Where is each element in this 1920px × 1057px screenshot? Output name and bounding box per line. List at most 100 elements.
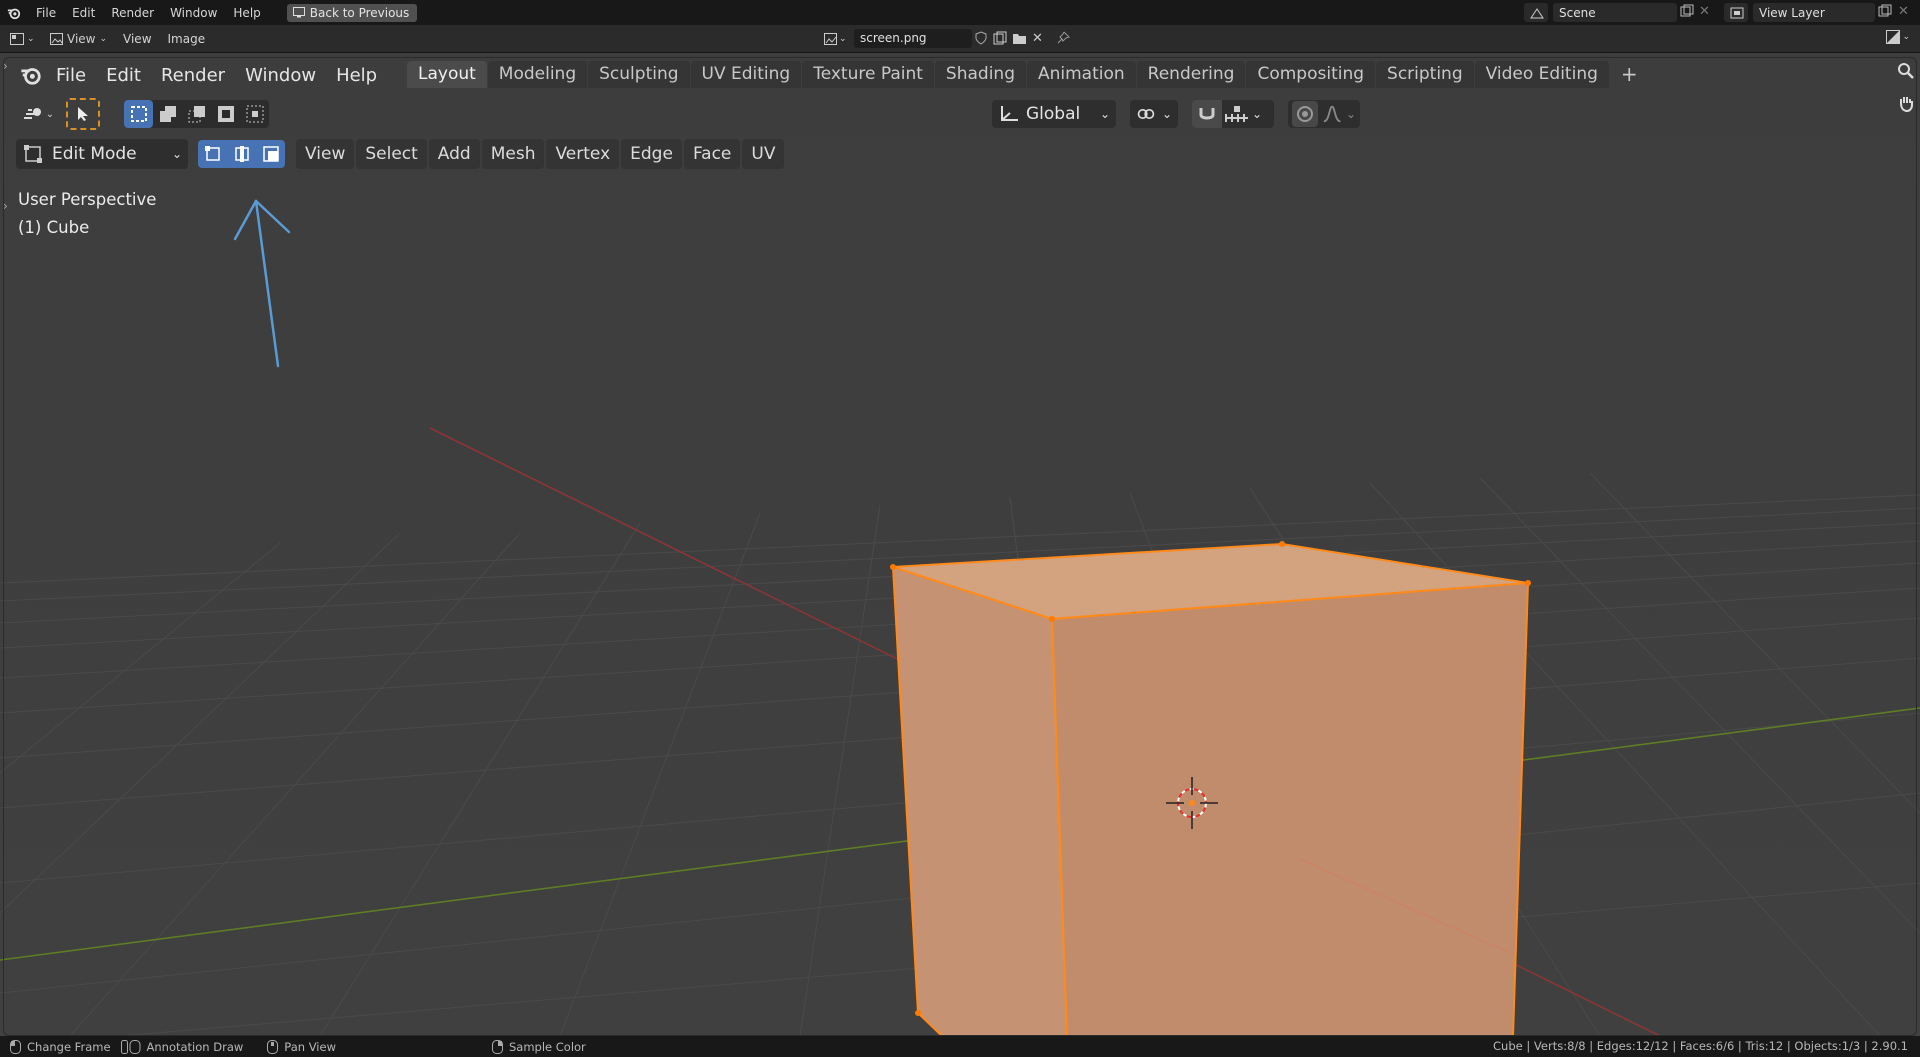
view-layer-selector-icon[interactable] — [1724, 3, 1748, 22]
add-workspace-button[interactable]: + — [1610, 61, 1649, 88]
tab-uv-editing[interactable]: UV Editing — [690, 61, 802, 88]
view-layer-field[interactable]: View Layer — [1753, 3, 1875, 22]
snap-target-dropdown[interactable]: ⌄ — [1224, 104, 1262, 124]
status-change-frame: Change Frame — [10, 1039, 111, 1054]
app-menu-edit[interactable]: Edit — [96, 65, 151, 86]
tab-rendering[interactable]: Rendering — [1136, 61, 1246, 88]
delete-view-layer-icon[interactable]: ✕ — [1898, 4, 1912, 20]
mode-label: Edit Mode — [52, 144, 137, 164]
blender-logo-icon[interactable] — [0, 0, 28, 25]
menu-window[interactable]: Window — [162, 6, 225, 20]
select-extend-icon — [159, 106, 176, 122]
unlink-image-icon[interactable]: ✕ — [1032, 31, 1043, 48]
app-menu-file[interactable]: File — [46, 65, 96, 86]
tab-texture-paint[interactable]: Texture Paint — [802, 61, 934, 88]
transform-orientation-dropdown[interactable]: Global ⌄ — [992, 100, 1116, 128]
mouse-right-icon — [491, 1039, 503, 1054]
pan-hand-icon[interactable] — [1896, 93, 1916, 113]
menu-help[interactable]: Help — [225, 6, 268, 20]
tab-compositing[interactable]: Compositing — [1246, 61, 1376, 88]
fake-user-shield-icon[interactable] — [974, 31, 988, 48]
back-to-previous-button[interactable]: Back to Previous — [286, 3, 418, 22]
open-image-folder-icon[interactable] — [1012, 31, 1027, 48]
3d-viewport-icon — [23, 108, 41, 119]
face-select-button[interactable] — [256, 140, 285, 168]
select-invert-icon — [217, 106, 234, 122]
toolbar-expand-icon[interactable]: › — [3, 199, 8, 213]
tab-video-editing[interactable]: Video Editing — [1474, 61, 1609, 88]
blender-logo-icon[interactable] — [16, 60, 46, 90]
app-menu-help[interactable]: Help — [326, 65, 387, 86]
scene-name-field[interactable]: Scene — [1553, 3, 1677, 22]
editor-type-icon[interactable]: ⌄ — [10, 29, 46, 49]
vertex-select-button[interactable] — [198, 140, 227, 168]
pin-icon[interactable] — [1056, 31, 1070, 48]
tab-scripting[interactable]: Scripting — [1376, 61, 1474, 88]
select-subtract-button[interactable] — [182, 100, 211, 128]
edit-menu-select[interactable]: Select — [356, 139, 427, 169]
scene-selector-icon[interactable] — [1524, 3, 1548, 22]
status-bar: Change Frame Annotation Draw Pan View Sa… — [0, 1036, 1920, 1057]
display-channels-icon[interactable]: ⌄ — [1886, 30, 1910, 44]
menu-edit[interactable]: Edit — [64, 6, 103, 20]
select-new-button[interactable] — [124, 100, 153, 128]
tab-layout[interactable]: Layout — [407, 61, 487, 88]
delete-scene-icon[interactable]: ✕ — [1699, 4, 1713, 20]
pivot-point-dropdown[interactable]: ⌄ — [1130, 100, 1178, 128]
edit-menu-mesh[interactable]: Mesh — [481, 139, 545, 169]
new-image-icon[interactable] — [993, 31, 1007, 48]
proportional-circle-icon — [1296, 106, 1313, 122]
select-tool-button[interactable] — [66, 98, 100, 130]
image-icon — [50, 32, 63, 45]
edit-menu-uv[interactable]: UV — [742, 139, 785, 169]
duplicate-view-layer-icon[interactable] — [1878, 4, 1894, 20]
view-perspective-label: User Perspective — [18, 190, 157, 209]
image-menu-view[interactable]: View — [115, 32, 159, 46]
status-change-frame-label: Change Frame — [27, 1039, 111, 1054]
transform-options: Global ⌄ ⌄ ⌄ ⌄ — [992, 98, 1360, 130]
select-invert-button[interactable] — [211, 100, 240, 128]
header-expand-icon[interactable]: › — [3, 59, 8, 73]
snap-toggle[interactable] — [1192, 100, 1222, 128]
tab-animation[interactable]: Animation — [1026, 61, 1136, 88]
image-viewport[interactable]: › › File Edit Render Window Help Layout … — [0, 53, 1920, 1036]
cube-left-face — [891, 565, 1069, 1036]
select-extend-button[interactable] — [153, 100, 182, 128]
edit-menu-vertex[interactable]: Vertex — [546, 139, 620, 169]
select-intersect-icon — [246, 105, 263, 123]
cube-right-face — [1050, 581, 1530, 1036]
app-menu-render[interactable]: Render — [151, 65, 235, 86]
proportional-editing-group: ⌄ — [1288, 100, 1360, 128]
interaction-mode-dropdown[interactable]: Edit Mode ⌄ — [16, 139, 188, 169]
duplicate-scene-icon[interactable] — [1680, 4, 1696, 20]
mesh-select-mode-group — [198, 140, 285, 168]
menu-file[interactable]: File — [28, 6, 64, 20]
app-menubar: File Edit Render Window Help — [16, 58, 387, 92]
select-intersect-button[interactable] — [240, 100, 269, 128]
pivot-link-icon — [1137, 109, 1155, 119]
vertex-select-icon — [204, 146, 220, 161]
mouse-keys-icon — [120, 1039, 141, 1054]
edit-menu-view[interactable]: View — [296, 139, 355, 169]
edit-menu-face[interactable]: Face — [683, 139, 741, 169]
app-menu-window[interactable]: Window — [235, 65, 326, 86]
menu-render[interactable]: Render — [103, 6, 162, 20]
image-menu-image[interactable]: Image — [160, 32, 214, 46]
edge-select-button[interactable] — [227, 140, 256, 168]
falloff-curve-icon[interactable] — [1322, 104, 1342, 124]
scene-statistics: Cube | Verts:8/8 | Edges:12/12 | Faces:6… — [1493, 1039, 1908, 1053]
view-mode-dropdown[interactable]: View ⌄ — [50, 32, 107, 46]
proportional-toggle[interactable] — [1292, 101, 1318, 127]
zoom-icon[interactable] — [1896, 61, 1916, 81]
edit-menu-add[interactable]: Add — [428, 139, 480, 169]
tab-sculpting[interactable]: Sculpting — [588, 61, 690, 88]
editor-type-dropdown[interactable]: ⌄ — [16, 100, 60, 128]
image-filename: screen.png — [860, 31, 927, 45]
edit-menu-edge[interactable]: Edge — [621, 139, 682, 169]
image-browse-icon[interactable]: ⌄ — [824, 30, 850, 48]
status-sample-color: Sample Color — [491, 1039, 586, 1054]
tab-modeling[interactable]: Modeling — [487, 61, 588, 88]
tab-shading[interactable]: Shading — [934, 61, 1026, 88]
image-filename-field[interactable]: screen.png — [854, 29, 972, 48]
select-subtract-icon — [188, 106, 205, 123]
